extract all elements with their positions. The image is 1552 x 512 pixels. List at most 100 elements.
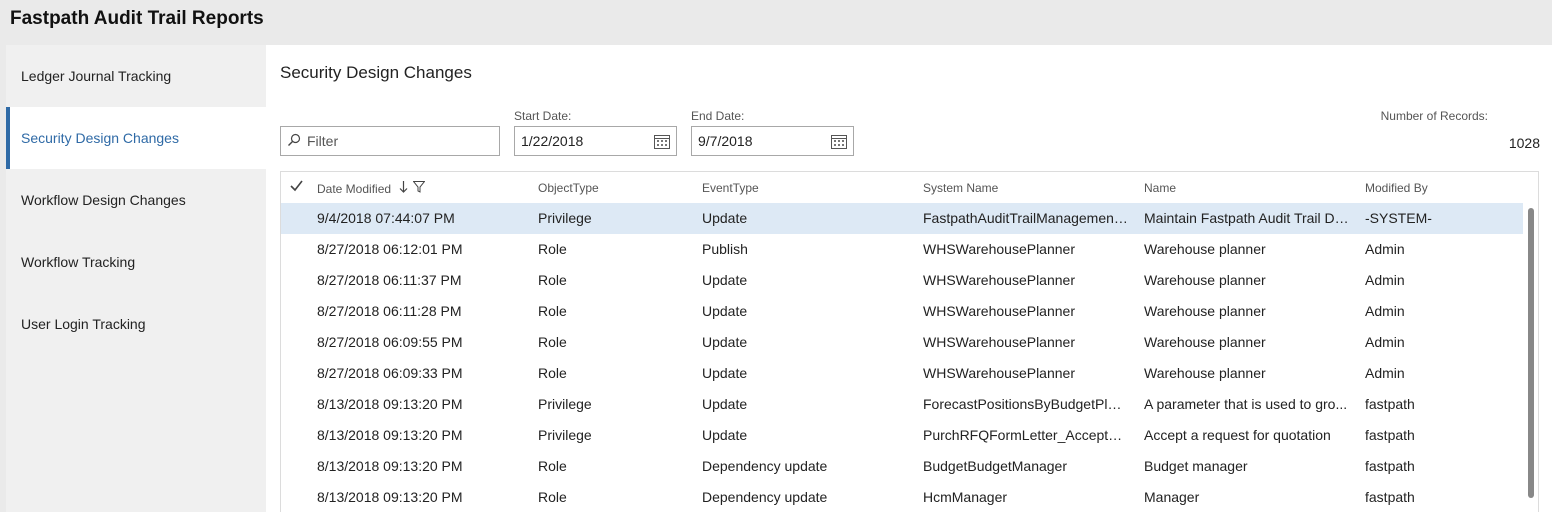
- table-row[interactable]: 9/4/2018 07:44:07 PM Privilege Update Fa…: [281, 203, 1523, 234]
- sidebar-item-workflow-tracking[interactable]: Workflow Tracking: [6, 231, 266, 293]
- records-grid: Date Modified ObjectType EventType Syste…: [280, 171, 1539, 512]
- cell-modified-by: Admin: [1365, 241, 1405, 257]
- cell-name: Warehouse planner: [1144, 334, 1266, 350]
- sort-down-arrow-icon[interactable]: [399, 181, 408, 196]
- cell-event-type: Dependency update: [702, 458, 828, 474]
- cell-name: Budget manager: [1144, 458, 1248, 474]
- cell-event-type: Dependency update: [702, 489, 828, 505]
- cell-event-type: Update: [702, 334, 748, 350]
- cell-system-name: WHSWarehousePlanner: [923, 365, 1075, 381]
- cell-system-name: HcmManager: [923, 489, 1008, 505]
- cell-object-type: Privilege: [538, 396, 592, 412]
- cell-event-type: Publish: [702, 241, 748, 257]
- column-header-date-modified[interactable]: Date Modified: [317, 181, 522, 196]
- cell-event-type: Update: [702, 427, 748, 443]
- table-row[interactable]: 8/27/2018 06:11:28 PM Role Update WHSWar…: [281, 296, 1523, 327]
- cell-modified-by: Admin: [1365, 334, 1405, 350]
- funnel-icon[interactable]: [412, 181, 426, 196]
- calendar-icon[interactable]: [648, 127, 676, 155]
- cell-date-modified: 9/4/2018 07:44:07 PM: [317, 210, 455, 226]
- cell-name: Warehouse planner: [1144, 241, 1266, 257]
- filter-input[interactable]: Filter: [280, 126, 500, 156]
- table-row[interactable]: 8/27/2018 06:11:37 PM Role Update WHSWar…: [281, 265, 1523, 296]
- cell-event-type: Update: [702, 396, 748, 412]
- column-header-modified-by[interactable]: Modified By: [1365, 181, 1515, 195]
- search-icon: [287, 133, 301, 150]
- records-label: Number of Records:: [1380, 109, 1488, 123]
- page-title: Security Design Changes: [280, 63, 472, 82]
- cell-date-modified: 8/13/2018 09:13:20 PM: [317, 458, 463, 474]
- table-row[interactable]: 8/13/2018 09:13:20 PM Privilege Update P…: [281, 420, 1523, 451]
- filter-placeholder: Filter: [307, 133, 339, 149]
- cell-modified-by: Admin: [1365, 303, 1405, 319]
- vertical-scrollbar[interactable]: [1528, 208, 1534, 498]
- sidebar-item-workflow-design-changes[interactable]: Workflow Design Changes: [6, 169, 266, 231]
- cell-object-type: Role: [538, 365, 567, 381]
- calendar-icon[interactable]: [825, 127, 853, 155]
- cell-name: Maintain Fastpath Audit Trail Data: [1144, 210, 1352, 226]
- column-header-name[interactable]: Name: [1144, 181, 1352, 195]
- cell-date-modified: 8/13/2018 09:13:20 PM: [317, 396, 463, 412]
- cell-date-modified: 8/13/2018 09:13:20 PM: [317, 427, 463, 443]
- cell-event-type: Update: [702, 303, 748, 319]
- cell-event-type: Update: [702, 272, 748, 288]
- start-date-label: Start Date:: [514, 109, 572, 123]
- column-header-event-type[interactable]: EventType: [702, 181, 907, 195]
- cell-system-name: WHSWarehousePlanner: [923, 241, 1075, 257]
- checkmark-icon[interactable]: [290, 180, 303, 195]
- cell-system-name: WHSWarehousePlanner: [923, 334, 1075, 350]
- table-row[interactable]: 8/27/2018 06:09:33 PM Role Update WHSWar…: [281, 358, 1523, 389]
- cell-object-type: Role: [538, 272, 567, 288]
- table-row[interactable]: 8/27/2018 06:12:01 PM Role Publish WHSWa…: [281, 234, 1523, 265]
- column-header-object-type[interactable]: ObjectType: [538, 181, 688, 195]
- cell-object-type: Role: [538, 303, 567, 319]
- cell-object-type: Role: [538, 334, 567, 350]
- cell-modified-by: fastpath: [1365, 489, 1415, 505]
- end-date-value: 9/7/2018: [698, 133, 753, 149]
- sidebar-item-user-login-tracking[interactable]: User Login Tracking: [6, 293, 266, 355]
- column-header-system-name[interactable]: System Name: [923, 181, 1128, 195]
- cell-name: Manager: [1144, 489, 1200, 505]
- records-count: 1028: [1508, 135, 1540, 151]
- start-date-value: 1/22/2018: [521, 133, 584, 149]
- column-header-label: Date Modified: [317, 181, 392, 196]
- cell-modified-by: -SYSTEM-: [1365, 210, 1432, 226]
- cell-modified-by: fastpath: [1365, 396, 1415, 412]
- cell-date-modified: 8/13/2018 09:13:20 PM: [317, 489, 463, 505]
- cell-system-name: WHSWarehousePlanner: [923, 303, 1075, 319]
- sidebar-item-ledger-journal-tracking[interactable]: Ledger Journal Tracking: [6, 45, 266, 107]
- cell-date-modified: 8/27/2018 06:09:33 PM: [317, 365, 463, 381]
- cell-object-type: Privilege: [538, 210, 592, 226]
- cell-name: Accept a request for quotation: [1144, 427, 1331, 443]
- cell-object-type: Role: [538, 241, 567, 257]
- cell-name: Warehouse planner: [1144, 365, 1266, 381]
- cell-event-type: Update: [702, 210, 748, 226]
- start-date-field[interactable]: 1/22/2018: [514, 126, 677, 156]
- cell-modified-by: fastpath: [1365, 458, 1415, 474]
- cell-system-name: WHSWarehousePlanner: [923, 272, 1075, 288]
- cell-date-modified: 8/27/2018 06:11:37 PM: [317, 272, 462, 288]
- app-title: Fastpath Audit Trail Reports: [10, 8, 264, 29]
- cell-name: Warehouse planner: [1144, 303, 1266, 319]
- cell-modified-by: fastpath: [1365, 427, 1415, 443]
- cell-object-type: Role: [538, 458, 567, 474]
- cell-name: A parameter that is used to gro...: [1144, 396, 1348, 412]
- cell-date-modified: 8/27/2018 06:12:01 PM: [317, 241, 463, 257]
- end-date-field[interactable]: 9/7/2018: [691, 126, 854, 156]
- sidebar-item-security-design-changes[interactable]: Security Design Changes: [6, 107, 266, 169]
- cell-modified-by: Admin: [1365, 272, 1405, 288]
- cell-object-type: Privilege: [538, 427, 592, 443]
- table-row[interactable]: 8/13/2018 09:13:20 PM Role Dependency up…: [281, 482, 1523, 512]
- grid-header: Date Modified ObjectType EventType Syste…: [281, 172, 1538, 205]
- table-row[interactable]: 8/13/2018 09:13:20 PM Privilege Update F…: [281, 389, 1523, 420]
- cell-event-type: Update: [702, 365, 748, 381]
- cell-date-modified: 8/27/2018 06:11:28 PM: [317, 303, 462, 319]
- title-bar: Fastpath Audit Trail Reports: [0, 0, 1552, 45]
- cell-system-name: FastpathAuditTrailManagement...: [923, 210, 1128, 226]
- table-row[interactable]: 8/27/2018 06:09:55 PM Role Update WHSWar…: [281, 327, 1523, 358]
- cell-system-name: BudgetBudgetManager: [923, 458, 1067, 474]
- main-content: Security Design Changes Filter Start Dat…: [266, 45, 1552, 512]
- cell-modified-by: Admin: [1365, 365, 1405, 381]
- table-row[interactable]: 8/13/2018 09:13:20 PM Role Dependency up…: [281, 451, 1523, 482]
- cell-date-modified: 8/27/2018 06:09:55 PM: [317, 334, 463, 350]
